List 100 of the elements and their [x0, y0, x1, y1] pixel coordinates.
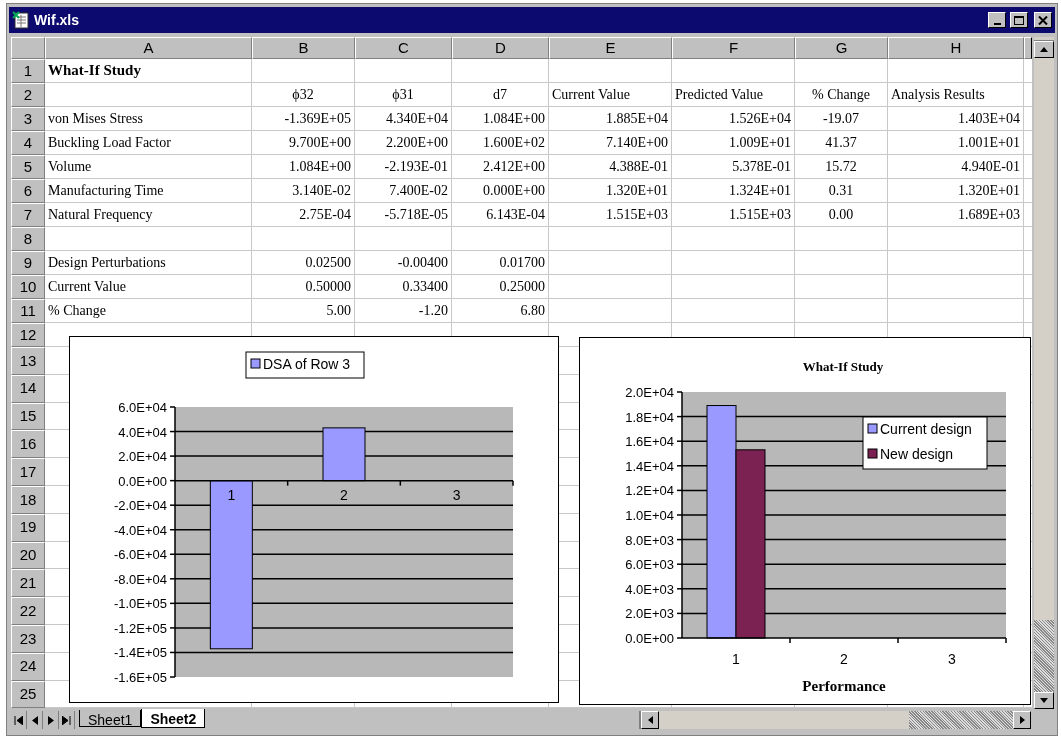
table-cell: 4.340E+04 — [355, 107, 452, 131]
axis-tick-label: 4.0E+03 — [625, 581, 674, 597]
table-cell: 9.700E+00 — [252, 131, 355, 155]
axis-tick-label: 1.4E+04 — [625, 458, 674, 474]
scroll-left-button[interactable] — [641, 711, 659, 729]
table-cell: 1.600E+02 — [452, 131, 549, 155]
chart-title: What-If Study — [802, 359, 884, 374]
column-header[interactable]: C — [355, 37, 452, 59]
table-cell: 15.72 — [795, 155, 888, 179]
close-icon — [1038, 15, 1048, 25]
table-cell: -19.07 — [795, 107, 888, 131]
row-header[interactable]: 5 — [11, 155, 45, 179]
row-header[interactable]: 25 — [11, 680, 45, 709]
axis-tick-label: 0.0E+00 — [625, 631, 674, 646]
table-cell: 5.378E-01 — [672, 155, 795, 179]
column-header[interactable] — [1024, 37, 1032, 59]
table-cell: -5.718E-05 — [355, 203, 452, 227]
table-cell: 6.143E-04 — [452, 203, 549, 227]
column-header[interactable]: H — [888, 37, 1024, 59]
row-header[interactable]: 16 — [11, 430, 45, 459]
row-header[interactable]: 17 — [11, 458, 45, 486]
row-header[interactable]: 23 — [11, 624, 45, 653]
table-cell: 5.00 — [252, 299, 355, 323]
maximize-button[interactable] — [1010, 12, 1028, 28]
row-header[interactable]: 22 — [11, 597, 45, 625]
table-cell: -1.20 — [355, 299, 452, 323]
row-header[interactable]: 9 — [11, 251, 45, 275]
first-sheet-button[interactable] — [11, 711, 27, 729]
last-sheet-button[interactable] — [59, 711, 75, 729]
scroll-up-button[interactable] — [1034, 41, 1054, 58]
row-header[interactable]: 7 — [11, 203, 45, 227]
table-cell: Current Value — [549, 83, 672, 107]
axis-tick-label: 3 — [948, 651, 956, 667]
axis-tick-label: 2.0E+04 — [118, 449, 167, 465]
row-header[interactable]: 15 — [11, 402, 45, 431]
table-cell: What-If Study — [45, 59, 252, 83]
row-header[interactable]: 11 — [11, 299, 45, 323]
axis-tick-label: -2.0E+04 — [113, 498, 167, 514]
table-cell: 2.75E-04 — [252, 203, 355, 227]
table-cell: % Change — [45, 299, 252, 323]
right-arrow-icon — [47, 715, 54, 725]
row-header[interactable]: 12 — [11, 323, 45, 347]
table-cell: 1.320E+01 — [888, 179, 1024, 203]
horizontal-scrollbar[interactable] — [639, 711, 1031, 729]
minimize-button[interactable] — [988, 12, 1006, 28]
sheet-tab[interactable]: Sheet2 — [141, 709, 206, 728]
row-header[interactable]: 18 — [11, 486, 45, 514]
table-cell: d7 — [452, 83, 549, 107]
row-header[interactable]: 14 — [11, 374, 45, 403]
row-header[interactable]: 21 — [11, 569, 45, 598]
row-header[interactable]: 19 — [11, 513, 45, 542]
row-header[interactable]: 1 — [11, 59, 45, 83]
table-cell: % Change — [795, 83, 888, 107]
axis-tick-label: 8.0E+03 — [625, 532, 674, 548]
table-cell: 6.80 — [452, 299, 549, 323]
table-cell: ϕ32 — [252, 83, 355, 107]
vertical-scrollbar[interactable] — [1034, 37, 1054, 709]
column-header[interactable]: G — [795, 37, 888, 59]
row-header[interactable]: 4 — [11, 131, 45, 155]
axis-tick-label: 3 — [452, 486, 461, 503]
scroll-down-button[interactable] — [1034, 692, 1054, 709]
table-cell: 1.084E+00 — [452, 107, 549, 131]
column-header[interactable]: E — [549, 37, 672, 59]
axis-tick-label: -1.4E+05 — [113, 645, 167, 661]
table-cell: 4.388E-01 — [549, 155, 672, 179]
table-cell: 1.403E+04 — [888, 107, 1024, 131]
row-header[interactable]: 10 — [11, 275, 45, 299]
axis-tick-label: -4.0E+04 — [113, 522, 167, 538]
table-cell: 2.200E+00 — [355, 131, 452, 155]
select-all-button[interactable] — [11, 37, 45, 59]
spreadsheet-icon — [12, 11, 30, 29]
row-header[interactable]: 8 — [11, 227, 45, 251]
row-header[interactable]: 24 — [11, 652, 45, 681]
row-header[interactable]: 3 — [11, 107, 45, 131]
row-header[interactable]: 2 — [11, 83, 45, 107]
close-button[interactable] — [1034, 12, 1052, 28]
table-cell: 1.320E+01 — [549, 179, 672, 203]
axis-tick-label: 1.2E+04 — [625, 483, 674, 499]
table-cell: 1.324E+01 — [672, 179, 795, 203]
up-arrow-icon — [1040, 47, 1048, 52]
column-header[interactable]: A — [45, 37, 252, 59]
table-cell: 1.885E+04 — [549, 107, 672, 131]
row-header[interactable]: 13 — [11, 347, 45, 375]
axis-tick-label: 1 — [227, 486, 236, 503]
table-cell: ϕ31 — [355, 83, 452, 107]
table-cell: 4.940E-01 — [888, 155, 1024, 179]
axis-tick-label: 4.0E+04 — [118, 424, 167, 440]
row-header[interactable]: 20 — [11, 541, 45, 570]
column-header[interactable]: D — [452, 37, 549, 59]
sheet-tab[interactable]: Sheet1 — [79, 710, 142, 727]
bar — [322, 427, 366, 482]
row-header[interactable]: 6 — [11, 179, 45, 203]
table-cell: -1.369E+05 — [252, 107, 355, 131]
scroll-right-button[interactable] — [1013, 711, 1031, 729]
column-header[interactable]: F — [672, 37, 795, 59]
legend-label: Current design — [880, 421, 972, 437]
axis-tick-label: 2 — [340, 486, 348, 503]
column-header[interactable]: B — [252, 37, 355, 59]
table-cell: 41.37 — [795, 131, 888, 155]
axis-tick-label: 2.0E+03 — [625, 606, 674, 622]
